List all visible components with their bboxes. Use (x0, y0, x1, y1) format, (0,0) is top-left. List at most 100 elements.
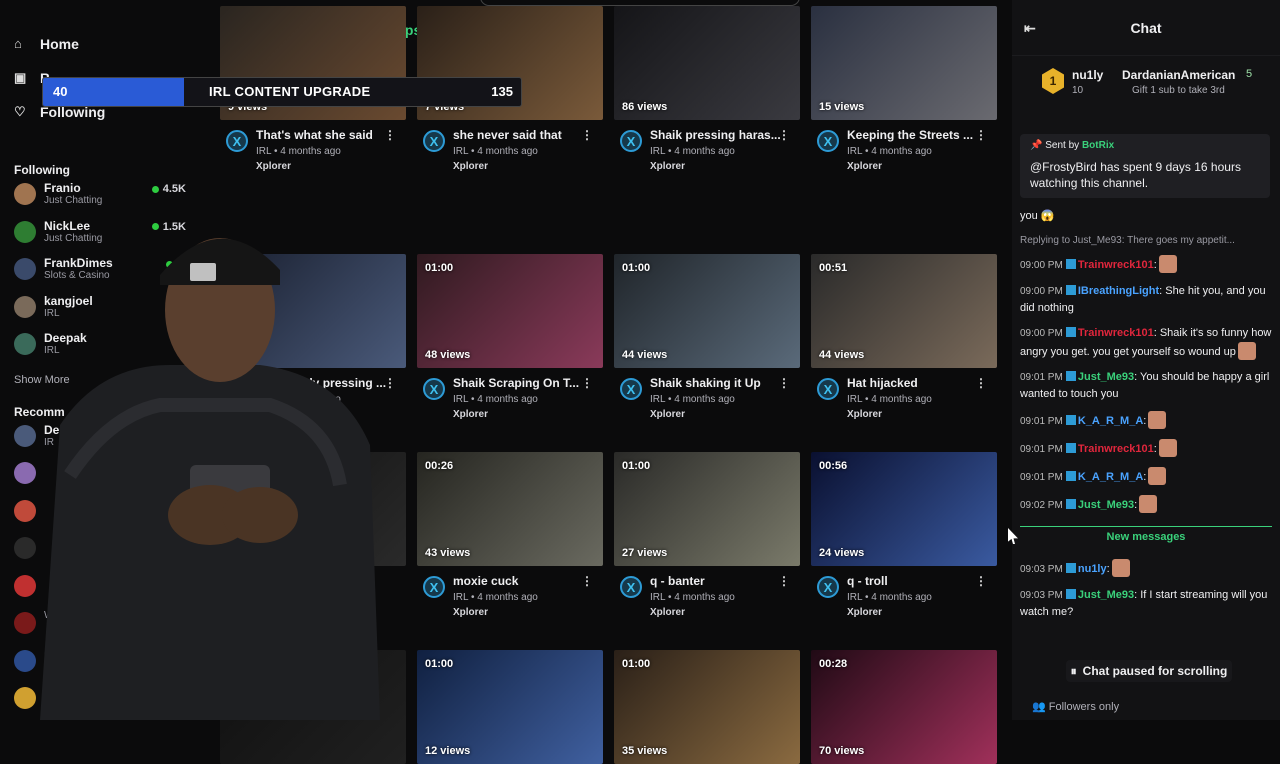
chat-username[interactable]: K_A_R_M_A (1078, 415, 1143, 427)
clip-subtitle: IRL • 4 months ago (453, 592, 538, 603)
emote-icon (1148, 467, 1167, 485)
clip-channel[interactable]: Xplorer (847, 607, 997, 618)
clip-card[interactable]: 01:00 12 views (417, 650, 603, 764)
clip-thumbnail[interactable]: 00:56 24 views (811, 452, 997, 566)
following-channel[interactable]: Franio Just Chatting 4.5K (0, 181, 200, 219)
clip-title[interactable]: Shaik pressing haras... (650, 128, 790, 142)
clip-title[interactable]: moxie cuck (453, 574, 593, 588)
nav-item-0[interactable]: ⌂ Home (0, 27, 200, 61)
clip-channel[interactable]: Xplorer (453, 409, 603, 420)
clip-card[interactable]: 01:00 27 views Xq - banter IRL • 4 months a… (614, 452, 800, 630)
chat-username[interactable]: Just_Me93 (1078, 371, 1134, 383)
clip-title[interactable]: q - banter (650, 574, 790, 588)
gift-leaderboard[interactable]: 1 nu1ly 10 DardanianAmerican 5 Gift 1 su… (1034, 64, 1274, 108)
clip-card[interactable]: 01:00 35 views (614, 650, 800, 764)
chat-username[interactable]: nu1ly (1078, 563, 1107, 575)
partial-chat-line: you 😱 (1020, 210, 1055, 222)
clip-thumbnail[interactable]: 00:26 43 views (417, 452, 603, 566)
collapse-chat-icon[interactable]: ⇤ (1024, 20, 1036, 37)
clip-channel[interactable]: Xplorer (453, 161, 603, 172)
chat-username[interactable]: Trainwreck101 (1078, 327, 1154, 339)
clip-title[interactable]: Keeping the Streets ... (847, 128, 987, 142)
clip-thumbnail[interactable]: 01:00 35 views (614, 650, 800, 764)
clip-thumbnail[interactable]: 00:51 44 views (811, 254, 997, 368)
clip-channel[interactable]: Xplorer (453, 607, 603, 618)
message-time: 09:00 PM (1020, 286, 1063, 297)
clip-card[interactable]: 86 views X Shaik pressing haras... IRL • 4 … (614, 6, 800, 184)
clip-thumbnail[interactable]: 01:00 12 views (417, 650, 603, 764)
clip-views: 24 views (819, 547, 865, 559)
pinned-prefix: Sent by (1045, 140, 1080, 151)
user-badge-icon (1065, 443, 1076, 453)
clip-card[interactable]: 15 views X Keeping the Streets ... IRL • 4 … (811, 6, 997, 184)
clip-thumbnail[interactable]: 00:28 70 views (811, 650, 997, 764)
clip-channel[interactable]: Xplorer (847, 161, 997, 172)
clip-title[interactable]: Shaik shaking it Up (650, 376, 790, 390)
clip-title[interactable]: Shaik Scraping On T... (453, 376, 593, 390)
chat-paused-button[interactable]: ⏸ Chat paused for scrolling (1066, 660, 1232, 682)
clip-title[interactable]: q - troll (847, 574, 987, 588)
clip-card[interactable]: 00:26 43 views Xmoxie cuck IRL • 4 months a… (417, 452, 603, 630)
chat-username[interactable]: K_A_R_M_A (1078, 471, 1143, 483)
chat-message: 09:03 PM nu1ly: (1020, 559, 1272, 578)
more-options-icon[interactable]: ⋮ (975, 128, 987, 142)
channel-name: Franio (44, 181, 81, 195)
avatar (14, 424, 36, 447)
clip-views: 27 views (622, 547, 668, 559)
clip-card[interactable]: 00:56 24 views Xq - troll IRL • 4 months ag… (811, 452, 997, 630)
more-options-icon[interactable]: ⋮ (778, 376, 790, 390)
clip-channel[interactable]: Xplorer (847, 409, 997, 420)
avatar (14, 574, 36, 597)
chat-message: 09:01 PM Just_Me93: You should be happy … (1020, 369, 1272, 402)
clip-card[interactable]: 01:00 44 views X Shaik shaking it Up IRL • 4… (614, 254, 800, 432)
goal-label: IRL CONTENT UPGRADE (209, 84, 371, 99)
clip-duration: 00:56 (819, 460, 848, 472)
more-options-icon[interactable]: ⋮ (975, 376, 987, 390)
more-options-icon[interactable]: ⋮ (581, 574, 593, 588)
clip-title[interactable]: That's what she said (256, 128, 396, 142)
clip-title[interactable]: she never said that (453, 128, 593, 142)
new-messages-divider: New messages (1020, 526, 1272, 545)
message-time: 09:02 PM (1020, 500, 1063, 511)
pinned-message[interactable]: 📌 Sent by BotRix @FrostyBird has spent 9… (1020, 134, 1270, 198)
clip-views: 70 views (819, 745, 865, 757)
chat-message: 09:02 PM Just_Me93: (1020, 495, 1272, 514)
heart-icon: ♡ (14, 104, 26, 119)
clip-thumbnail[interactable]: 15 views (811, 6, 997, 120)
chat-username[interactable]: Just_Me93 (1078, 589, 1134, 601)
clip-channel[interactable]: Xplorer (650, 409, 800, 420)
avatar (14, 537, 36, 559)
more-options-icon[interactable]: ⋮ (778, 574, 790, 588)
more-options-icon[interactable]: ⋮ (384, 128, 396, 142)
clip-thumbnail[interactable]: 01:00 48 views (417, 254, 603, 368)
more-options-icon[interactable]: ⋮ (975, 574, 987, 588)
more-options-icon[interactable]: ⋮ (581, 128, 593, 142)
clip-card[interactable]: 00:51 44 views X Hat hijacked IRL • 4 months… (811, 254, 997, 432)
clip-title[interactable]: Hat hijacked (847, 376, 987, 390)
clip-channel[interactable]: Xplorer (650, 607, 800, 618)
clip-meta: X Hat hijacked IRL • 4 months ago Xplorer ⋮ (811, 368, 997, 432)
more-options-icon[interactable]: ⋮ (384, 376, 396, 390)
clip-channel[interactable]: Xplorer (650, 161, 800, 172)
clip-meta: Xq - banter IRL • 4 months ago Xplorer ⋮ (614, 566, 800, 630)
chat-username[interactable]: IBreathingLight (1078, 285, 1159, 297)
more-options-icon[interactable]: ⋮ (778, 128, 790, 142)
clip-meta: X Keeping the Streets ... IRL • 4 months a… (811, 120, 997, 184)
chat-message: 09:00 PM Trainwreck101: (1020, 255, 1272, 274)
second-gifter-count: 5 (1246, 68, 1253, 80)
chat-username[interactable]: Trainwreck101 (1078, 259, 1154, 271)
emote-icon (1237, 342, 1256, 360)
clip-thumbnail[interactable]: 01:00 27 views (614, 452, 800, 566)
clip-meta: Xmoxie cuck IRL • 4 months ago Xplorer ⋮ (417, 566, 603, 630)
clip-thumbnail[interactable]: 86 views (614, 6, 800, 120)
more-options-icon[interactable]: ⋮ (581, 376, 593, 390)
clip-card[interactable]: 01:00 48 views X Shaik Scraping On T... IRL … (417, 254, 603, 432)
message-text: : (1134, 499, 1138, 511)
chat-username[interactable]: Just_Me93 (1078, 499, 1134, 511)
message-text: : (1153, 443, 1157, 455)
paused-label: Chat paused for scrolling (1082, 664, 1228, 678)
clip-thumbnail[interactable]: 01:00 44 views (614, 254, 800, 368)
clip-card[interactable]: 00:28 70 views (811, 650, 997, 764)
chat-username[interactable]: Trainwreck101 (1078, 443, 1154, 455)
clip-channel[interactable]: Xplorer (256, 161, 406, 172)
